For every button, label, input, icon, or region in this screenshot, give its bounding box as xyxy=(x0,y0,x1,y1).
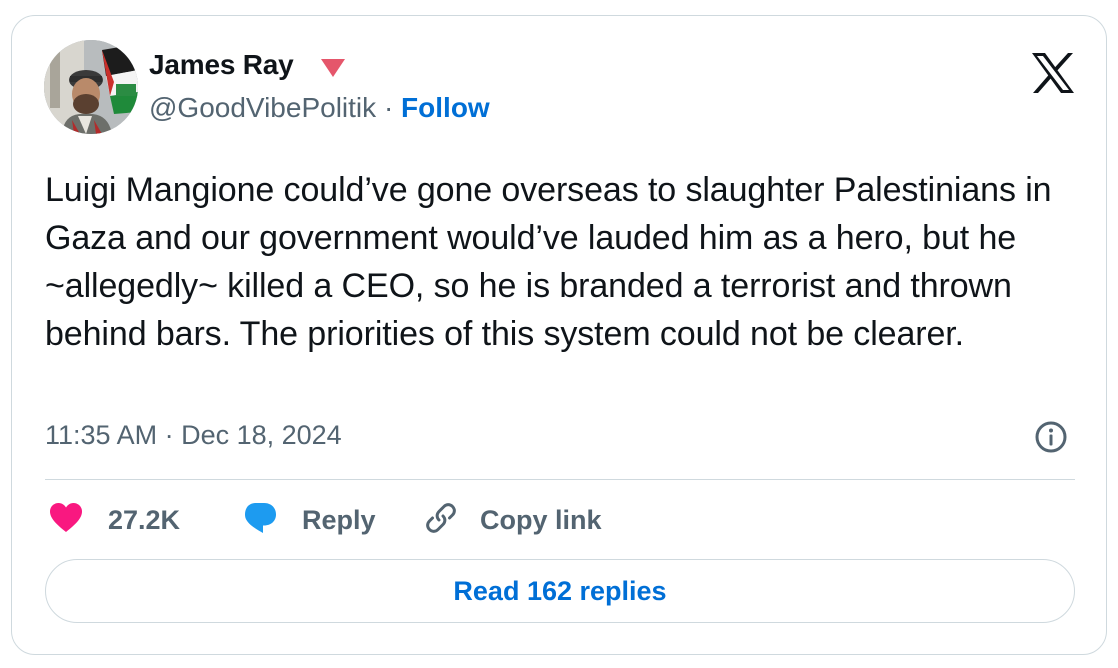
triangle-down-icon xyxy=(320,58,346,83)
copy-link-button[interactable]: Copy link xyxy=(424,500,602,540)
tweet-card: James Ray @GoodVibePolitik · Follow Luig… xyxy=(11,15,1107,655)
read-replies-button[interactable]: Read 162 replies xyxy=(45,559,1075,623)
separator: · xyxy=(383,92,394,123)
reply-label: Reply xyxy=(302,504,376,535)
link-icon xyxy=(424,501,458,540)
x-logo-icon[interactable] xyxy=(1030,52,1076,99)
info-icon[interactable] xyxy=(1034,420,1068,459)
handle-row: @GoodVibePolitik · Follow xyxy=(149,92,490,124)
avatar[interactable] xyxy=(44,40,138,134)
reply-button[interactable]: Reply xyxy=(242,500,376,540)
tweet-text: Luigi Mangione could’ve gone overseas to… xyxy=(45,171,1052,353)
heart-icon xyxy=(48,502,84,539)
author-handle[interactable]: @GoodVibePolitik xyxy=(149,92,376,123)
author-name[interactable]: James Ray xyxy=(149,49,294,81)
reply-bubble-icon xyxy=(242,501,278,540)
divider xyxy=(45,479,1075,480)
copy-link-label: Copy link xyxy=(480,504,602,535)
like-count: 27.2K xyxy=(108,504,181,535)
follow-button[interactable]: Follow xyxy=(401,92,490,123)
timestamp[interactable]: 11:35 AM · Dec 18, 2024 xyxy=(45,420,342,451)
like-button[interactable]: 27.2K xyxy=(48,500,180,540)
